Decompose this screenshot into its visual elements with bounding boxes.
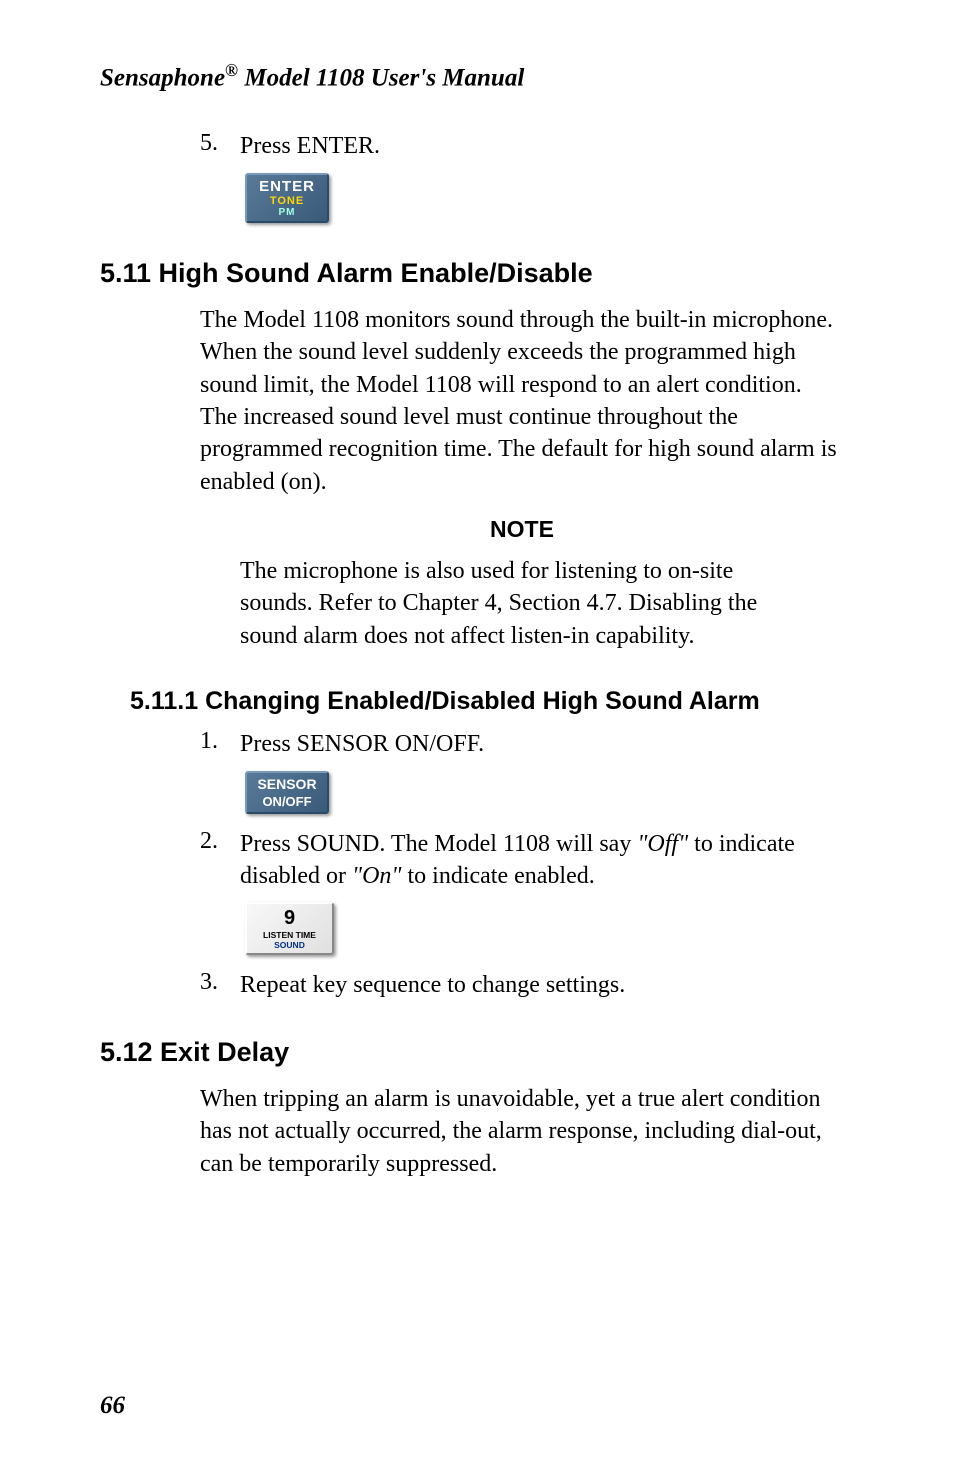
enter-button: ENTER TONE PM <box>245 173 329 223</box>
step-3: 3. Repeat key sequence to change setting… <box>200 969 864 1001</box>
step2-pre: Press SOUND. The Model 1108 will say <box>240 831 637 857</box>
page-number: 66 <box>100 1392 125 1420</box>
list-text: Press ENTER. <box>240 130 864 162</box>
nine-button-image: 9 LISTEN TIME SOUND <box>245 902 864 955</box>
list-text: Press SOUND. The Model 1108 will say "Of… <box>240 828 864 893</box>
list-text: Repeat key sequence to change settings. <box>240 969 864 1001</box>
button-label-line2: TONE <box>252 195 322 207</box>
button-label-line1: ENTER <box>252 178 322 195</box>
list-text: Press SENSOR ON/OFF. <box>240 728 864 760</box>
button-label-line1: SENSOR <box>252 776 322 792</box>
enter-button-image: ENTER TONE PM <box>245 173 864 223</box>
button-label-line3: SOUND <box>252 940 327 950</box>
step-5: 5. Press ENTER. <box>200 130 864 162</box>
sensor-button-image: SENSOR ON/OFF <box>245 771 864 814</box>
step2-on: "On" <box>352 863 402 889</box>
button-label-line2: LISTEN TIME <box>252 930 327 940</box>
sensor-button: SENSOR ON/OFF <box>245 771 329 814</box>
list-number: 5. <box>200 130 240 162</box>
button-label-line3: PM <box>252 207 322 218</box>
running-header: Sensaphone® Model 1108 User's Manual <box>100 60 864 92</box>
note-body: The microphone is also used for listenin… <box>240 555 804 652</box>
list-number: 1. <box>200 728 240 760</box>
list-number: 3. <box>200 969 240 1001</box>
step2-post: to indicate enabled. <box>401 863 594 889</box>
button-label-line2: ON/OFF <box>252 794 322 809</box>
step-2: 2. Press SOUND. The Model 1108 will say … <box>200 828 864 893</box>
list-number: 2. <box>200 828 240 893</box>
button-label-line1: 9 <box>252 907 327 930</box>
section-5-11-1-heading: 5.11.1 Changing Enabled/Disabled High So… <box>130 687 864 716</box>
note-heading: NOTE <box>200 516 844 543</box>
section-5-12-heading: 5.12 Exit Delay <box>100 1037 864 1068</box>
step-1: 1. Press SENSOR ON/OFF. <box>200 728 864 760</box>
page: Sensaphone® Model 1108 User's Manual 5. … <box>0 0 954 1475</box>
step2-off: "Off" <box>637 831 688 857</box>
section-5-11-body: The Model 1108 monitors sound through th… <box>200 304 844 498</box>
section-5-12-body: When tripping an alarm is unavoidable, y… <box>200 1083 844 1180</box>
section-5-11-heading: 5.11 High Sound Alarm Enable/Disable <box>100 258 864 289</box>
nine-button: 9 LISTEN TIME SOUND <box>245 902 334 955</box>
